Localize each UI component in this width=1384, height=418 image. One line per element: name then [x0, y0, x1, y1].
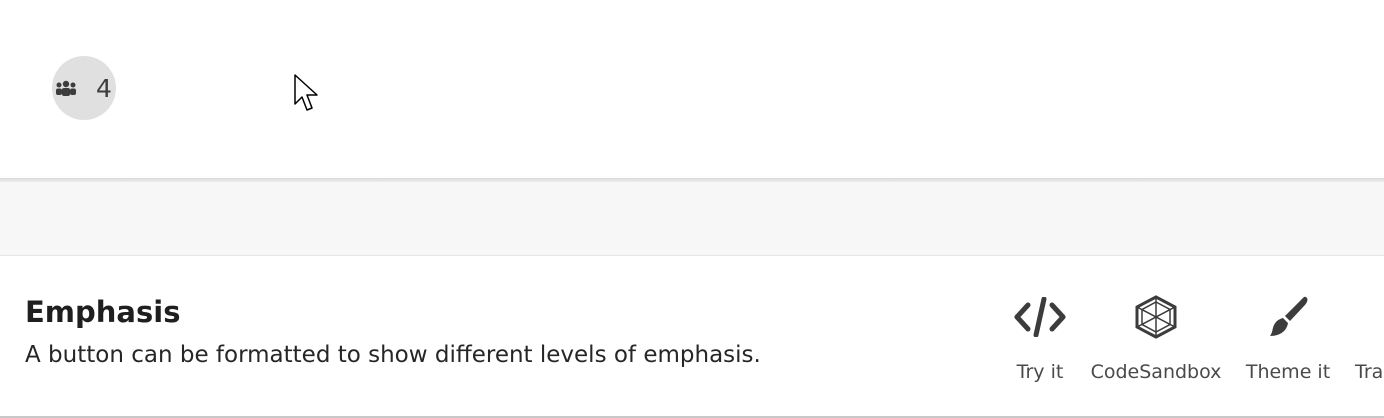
codesandbox-label: CodeSandbox [1090, 361, 1222, 383]
theme-it-label: Theme it [1245, 361, 1331, 383]
translate-label: Tra [1355, 361, 1384, 383]
codesandbox-icon [1128, 290, 1184, 344]
people-group-icon [56, 80, 76, 96]
paintbrush-icon [1260, 290, 1316, 344]
codesandbox-button[interactable]: CodeSandbox [1088, 290, 1224, 384]
section-description: A button can be formatted to show differ… [25, 342, 761, 368]
section-separator-band [0, 182, 1384, 256]
mouse-cursor-icon [294, 74, 318, 111]
theme-it-button[interactable]: Theme it [1244, 290, 1332, 384]
translate-button[interactable]: Tra [1355, 290, 1384, 384]
translate-icon [1355, 290, 1384, 344]
docs-page: 4 Emphasis A button can be formatted to … [0, 0, 1384, 418]
labeled-count-button[interactable]: 4 [52, 56, 116, 120]
try-it-button[interactable]: Try it [1006, 290, 1074, 384]
example-preview: 4 [0, 0, 1384, 178]
try-it-label: Try it [1016, 361, 1064, 383]
emphasis-section: Emphasis A button can be formatted to sh… [0, 256, 1384, 418]
section-title: Emphasis [25, 295, 181, 329]
code-icon [1012, 290, 1068, 344]
count-value: 4 [96, 74, 112, 103]
